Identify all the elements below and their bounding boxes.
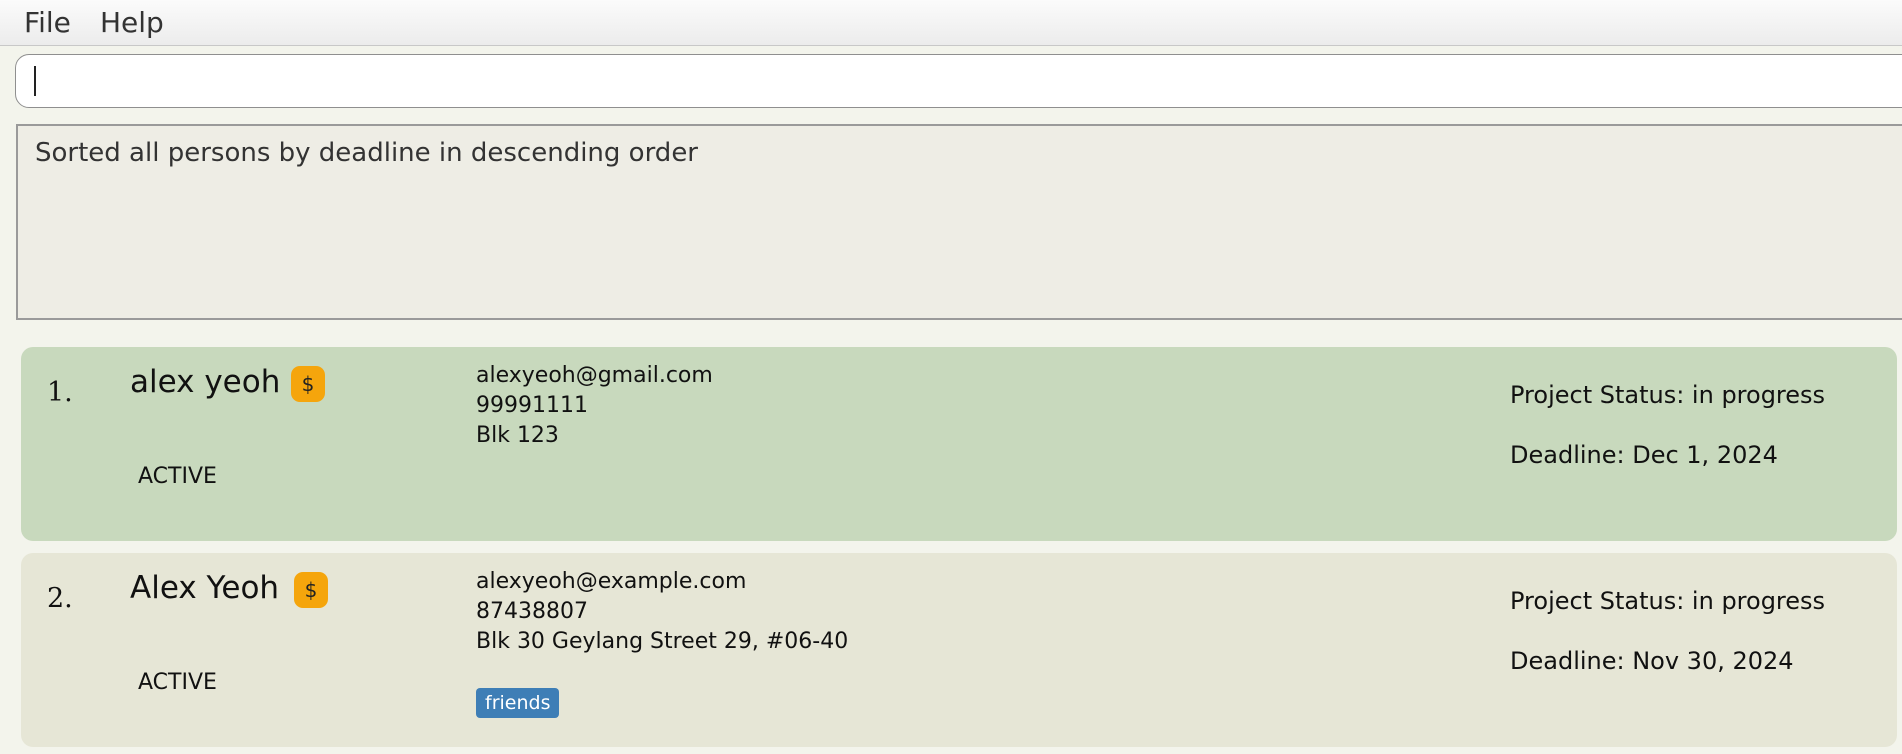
result-display: Sorted all persons by deadline in descen… bbox=[16, 124, 1902, 320]
person-address: Blk 123 bbox=[476, 423, 559, 448]
person-index: 2. bbox=[47, 583, 73, 614]
person-phone: 87438807 bbox=[476, 599, 588, 624]
person-address: Blk 30 Geylang Street 29, #06-40 bbox=[476, 629, 849, 654]
person-card[interactable]: 2. Alex Yeoh $ ACTIVE alexyeoh@example.c… bbox=[21, 553, 1897, 747]
person-email: alexyeoh@gmail.com bbox=[476, 363, 713, 388]
person-email: alexyeoh@example.com bbox=[476, 569, 747, 594]
dollar-icon: $ bbox=[294, 572, 328, 608]
deadline: Deadline: Nov 30, 2024 bbox=[1510, 647, 1794, 675]
person-index: 1. bbox=[47, 377, 73, 408]
project-status: Project Status: in progress bbox=[1510, 381, 1826, 409]
menu-file[interactable]: File bbox=[24, 6, 71, 39]
result-message: Sorted all persons by deadline in descen… bbox=[35, 138, 698, 168]
menu-help[interactable]: Help bbox=[100, 6, 164, 39]
dollar-icon: $ bbox=[291, 366, 325, 402]
person-status: ACTIVE bbox=[138, 670, 217, 695]
person-phone: 99991111 bbox=[476, 393, 588, 418]
deadline: Deadline: Dec 1, 2024 bbox=[1510, 441, 1778, 469]
command-input[interactable] bbox=[15, 54, 1902, 108]
text-caret bbox=[34, 66, 36, 96]
tag-friends: friends bbox=[476, 688, 560, 718]
menu-bar: File Help bbox=[0, 0, 1902, 46]
person-card[interactable]: 1. alex yeoh $ ACTIVE alexyeoh@gmail.com… bbox=[21, 347, 1897, 541]
person-name: Alex Yeoh bbox=[130, 570, 280, 606]
person-name: alex yeoh bbox=[130, 364, 281, 400]
person-status: ACTIVE bbox=[138, 464, 217, 489]
project-status: Project Status: in progress bbox=[1510, 587, 1826, 615]
